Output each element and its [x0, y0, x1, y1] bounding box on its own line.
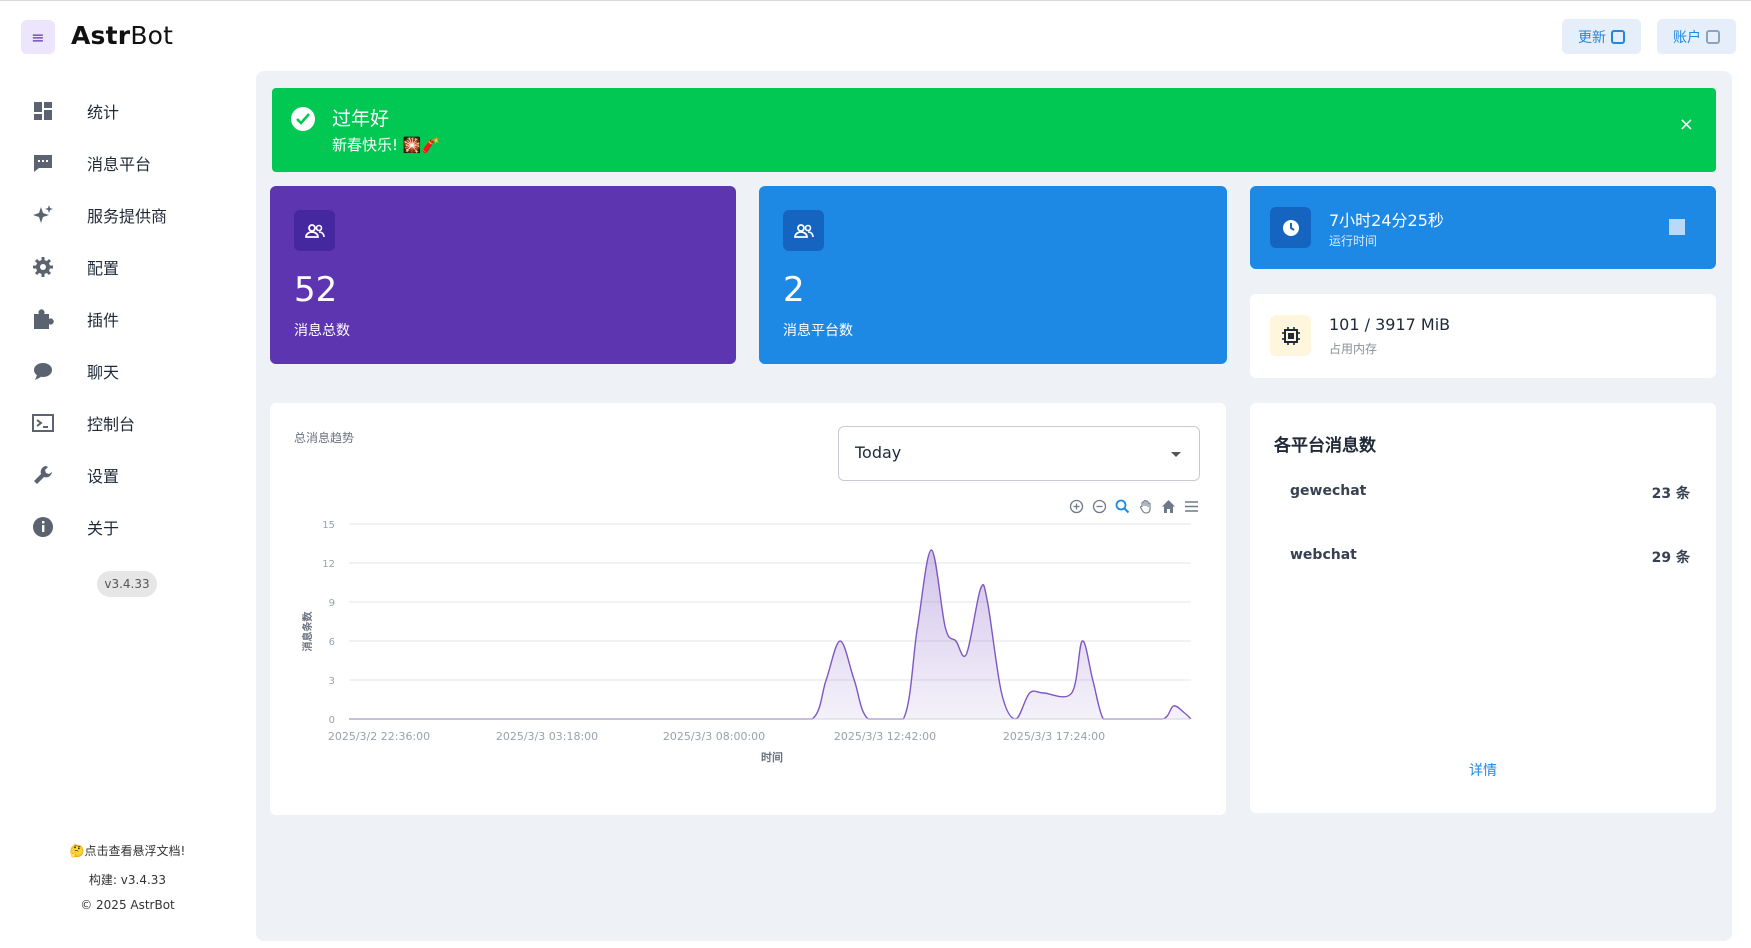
gear-icon: [31, 255, 55, 279]
sparkle-icon: [31, 203, 55, 227]
sidebar-item-label: 聊天: [87, 363, 120, 382]
close-icon[interactable]: ×: [1679, 114, 1694, 135]
sidebar-item-providers[interactable]: 服务提供商: [0, 192, 255, 238]
wrench-icon: [31, 463, 55, 487]
platform-counts-panel: 各平台消息数 gewechat 23 条 webchat 29 条 详情: [1250, 403, 1716, 813]
logo-bold-text: Astr: [71, 21, 131, 50]
sidebar-item-about[interactable]: 关于: [0, 504, 255, 550]
sidebar-item-config[interactable]: 配置: [0, 244, 255, 290]
x-tick-label: 2025/3/3 08:00:00: [663, 730, 765, 743]
y-tick-label: 3: [329, 676, 335, 687]
x-tick-label: 2025/3/2 22:36:00: [328, 730, 430, 743]
y-tick-label: 0: [329, 715, 335, 726]
sidebar-item-label: 插件: [87, 311, 120, 330]
top-header: ≡ AstrBot 更新 账户: [0, 1, 1751, 69]
platforms-card: 2 消息平台数: [759, 186, 1227, 364]
trend-chart: 0 3 6 9 12 15 2025/3/2 22:36:00 2025/3/3 03:18:…: [301, 520, 1192, 764]
sidebar-item-label: 配置: [87, 259, 120, 278]
account-card-icon: [1706, 29, 1720, 44]
y-tick-label: 6: [329, 637, 335, 648]
docs-hint-link[interactable]: 🤔点击查看悬浮文档!: [0, 842, 255, 859]
sidebar-item-console[interactable]: 控制台: [0, 400, 255, 446]
sidebar-item-chat[interactable]: 聊天: [0, 348, 255, 394]
message-icon: [31, 151, 55, 175]
platforms-value: 2: [783, 270, 805, 310]
alert-title: 过年好: [332, 108, 390, 130]
menu-toggle-button[interactable]: ≡: [21, 20, 55, 54]
series-area: [349, 550, 1191, 719]
copyright: © 2025 AstrBot: [80, 898, 175, 912]
uptime-label: 运行时间: [1329, 234, 1378, 248]
y-tick-label: 12: [322, 559, 335, 570]
x-tick-label: 2025/3/3 17:24:00: [1003, 730, 1105, 743]
total-messages-label: 消息总数: [294, 323, 350, 339]
x-tick-label: 2025/3/3 03:18:00: [496, 730, 598, 743]
y-axis-label: 消息条数: [301, 611, 314, 652]
account-label: 账户: [1673, 29, 1701, 46]
dashboard-icon: [31, 99, 55, 123]
puzzle-icon: [31, 307, 55, 331]
total-messages-card: 52 消息总数: [270, 186, 736, 364]
chip-icon: [1270, 315, 1311, 356]
total-messages-value: 52: [294, 270, 338, 310]
sidebar-item-label: 消息平台: [87, 155, 152, 174]
platform-name: webchat: [1290, 547, 1357, 563]
update-label: 更新: [1578, 29, 1606, 46]
alert-text: 新春快乐! 🎇🧨: [332, 136, 441, 154]
x-tick-label: 2025/3/3 12:42:00: [834, 730, 936, 743]
version-chip[interactable]: v3.4.33: [97, 571, 157, 597]
sidebar-item-stats[interactable]: 统计: [0, 88, 255, 134]
clock-icon: [1270, 207, 1311, 248]
terminal-icon: [31, 411, 55, 435]
build-version: 构建: v3.4.33: [88, 873, 167, 887]
sidebar-item-label: 控制台: [87, 415, 136, 434]
memory-label: 占用内存: [1329, 342, 1378, 356]
message-trend-panel: 总消息趋势 Today 0 3 6 9 12 15 2025/3/2 22:36:00 202…: [270, 403, 1226, 815]
sidebar: 统计 消息平台 服务提供商 配置 插件 聊天 控制台 设置 关于 v3.4.33…: [0, 70, 255, 948]
sidebar-item-label: 统计: [87, 103, 120, 122]
list-item: gewechat 23 条: [1290, 483, 1690, 505]
memory-card: 101 / 3917 MiB 占用内存: [1250, 294, 1716, 378]
list-item: webchat 29 条: [1290, 547, 1690, 569]
x-axis-label: 时间: [761, 750, 783, 764]
check-circle-icon: [291, 107, 315, 131]
series-line: [348, 549, 1192, 720]
hamburger-icon: ≡: [31, 27, 45, 47]
sidebar-item-label: 服务提供商: [87, 207, 168, 226]
holiday-alert: 过年好 新春快乐! 🎇🧨 ×: [272, 88, 1716, 172]
sidebar-item-label: 关于: [87, 519, 120, 538]
chat-icon: [31, 359, 55, 383]
stop-icon[interactable]: [1669, 219, 1685, 235]
uptime-value: 7小时24分25秒: [1329, 211, 1444, 230]
y-tick-label: 15: [322, 520, 335, 531]
users-icon: [783, 210, 824, 251]
logo-text: Bot: [130, 21, 174, 50]
platform-count: 29 条: [1651, 550, 1690, 566]
app-logo[interactable]: AstrBot: [71, 21, 173, 50]
uptime-card: 7小时24分25秒 运行时间: [1250, 186, 1716, 269]
platform-count: 23 条: [1651, 486, 1690, 502]
account-button[interactable]: 账户: [1657, 19, 1736, 54]
sidebar-item-plugins[interactable]: 插件: [0, 296, 255, 342]
platforms-label: 消息平台数: [783, 323, 853, 339]
users-icon: [294, 210, 335, 251]
sidebar-item-settings[interactable]: 设置: [0, 452, 255, 498]
refresh-icon: [1611, 29, 1625, 44]
platform-name: gewechat: [1290, 483, 1367, 499]
sidebar-item-platforms[interactable]: 消息平台: [0, 140, 255, 186]
info-icon: [31, 515, 55, 539]
memory-value: 101 / 3917 MiB: [1329, 315, 1451, 334]
details-link[interactable]: 详情: [1250, 760, 1716, 780]
y-tick-label: 9: [329, 598, 335, 609]
platform-counts-title: 各平台消息数: [1274, 436, 1376, 456]
update-button[interactable]: 更新: [1562, 19, 1641, 54]
sidebar-item-label: 设置: [87, 467, 120, 486]
